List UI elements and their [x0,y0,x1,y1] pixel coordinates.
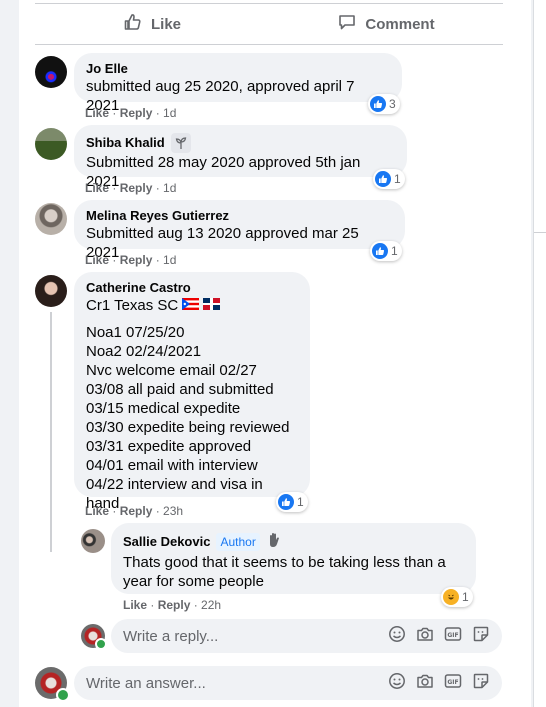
comment-line: Noa1 07/25/20 [86,324,185,341]
avatar[interactable] [35,203,67,235]
comment-line: Noa2 02/24/2021 [86,343,202,360]
dominican-republic-flag-icon [203,296,221,315]
like-reaction-icon [375,171,391,187]
scroll-edge [533,0,546,707]
comment-meta: Like · Reply · 23h [85,504,184,518]
svg-text:GIF: GIF [447,678,458,685]
wave-hand-icon [266,531,284,553]
comment-line: 04/01 email with interview [86,457,258,474]
comment-like-link[interactable]: Like [85,106,109,120]
reply-input-placeholder: Write a reply... [123,627,219,645]
comment-bubble: Catherine Castro Cr1 Texas SC Noa1 07/25… [74,272,310,512]
action-divider [35,44,503,45]
avatar[interactable] [35,56,67,88]
reply-like-link[interactable]: Like [123,598,147,612]
reaction-count: 3 [389,97,396,111]
emoji-icon[interactable] [388,672,406,695]
comment-meta: Like · Reply · 1d [85,106,177,120]
like-action-button[interactable]: Like [35,4,269,44]
comment-line: 03/15 medical expedite [86,400,241,417]
comment-line: 03/08 all paid and submitted [86,381,274,398]
comment-like-link[interactable]: Like [85,181,109,195]
comment-like-link[interactable]: Like [85,504,109,518]
comment-timestamp[interactable]: 23h [163,504,183,518]
reaction-count: 1 [391,244,398,258]
comment-reply-link[interactable]: Reply [120,181,153,195]
comment-author[interactable]: Shiba Khalid [86,133,395,153]
author-badge: Author [216,533,260,551]
comment-like-link[interactable]: Like [85,253,109,267]
comment-reply-link[interactable]: Reply [120,504,153,518]
sticker-icon[interactable] [472,672,490,695]
gif-icon[interactable]: GIF [444,672,462,695]
reply-text: Thats good that it seems to be taking le… [123,554,446,590]
comment-bubble-icon [337,12,357,36]
sticker-icon[interactable] [472,625,490,648]
reaction-summary[interactable]: 1 [441,587,473,607]
gif-icon[interactable]: GIF [444,625,462,648]
reaction-summary[interactable]: 1 [373,169,405,189]
sprout-badge-icon [170,133,191,153]
comment-reply-link[interactable]: Reply [120,253,153,267]
reply-bubble: Sallie Dekovic Author Thats good that it… [111,523,476,594]
like-reaction-icon [370,96,386,112]
haha-reaction-icon [443,589,459,605]
online-status-dot [56,688,70,702]
thumbs-up-icon [123,12,143,36]
comment-reply-link[interactable]: Reply [120,106,153,120]
puerto-rico-flag-icon [182,296,200,315]
camera-icon[interactable] [416,672,434,695]
comment-line: Nvc welcome email 02/27 [86,362,257,379]
reply-timestamp[interactable]: 22h [201,598,221,612]
reply-author[interactable]: Sallie Dekovic Author [123,531,464,553]
comment-action-label: Comment [365,15,435,33]
like-reaction-icon [372,243,388,259]
svg-text:GIF: GIF [447,631,458,638]
answer-input[interactable]: Write an answer... GIF [74,666,502,700]
comment-bubble: Jo Elle submitted aug 25 2020, approved … [74,53,402,114]
reaction-count: 1 [297,495,304,509]
comment-line: 03/31 expedite approved [86,438,252,455]
comment-meta: Like · Reply · 1d [85,181,177,195]
reaction-count: 1 [462,590,469,604]
avatar[interactable] [35,128,67,160]
reply-input[interactable]: Write a reply... GIF [111,619,502,653]
reaction-summary[interactable]: 1 [276,492,308,512]
post-action-bar: Like Comment [35,4,503,44]
reaction-summary[interactable]: 1 [370,241,402,261]
camera-icon[interactable] [416,625,434,648]
comment-author[interactable]: Melina Reyes Gutierrez [86,208,393,224]
comment-line: 03/30 expedite being reviewed [86,419,290,436]
comment-action-button[interactable]: Comment [269,4,503,44]
reaction-count: 1 [394,172,401,186]
comment-timestamp[interactable]: 1d [163,181,176,195]
comment-author[interactable]: Jo Elle [86,61,390,77]
comment-timestamp[interactable]: 1d [163,106,176,120]
like-reaction-icon [278,494,294,510]
online-status-dot [95,638,107,650]
answer-input-placeholder: Write an answer... [86,674,206,692]
comment-text: Cr1 Texas SC [86,296,298,315]
comment-timestamp[interactable]: 1d [163,253,176,267]
reaction-summary[interactable]: 3 [368,94,400,114]
avatar[interactable] [35,275,67,307]
like-action-label: Like [150,15,181,33]
reply-reply-link[interactable]: Reply [158,598,191,612]
comment-meta: Like · Reply · 1d [85,253,177,267]
reply-meta: Like · Reply · 22h [123,598,222,612]
emoji-icon[interactable] [388,625,406,648]
thread-line [50,312,52,552]
avatar[interactable] [81,529,105,553]
comment-bubble: Melina Reyes Gutierrez Submitted aug 13 … [74,200,405,261]
comment-author[interactable]: Catherine Castro [86,280,298,296]
comment-bubble: Shiba Khalid Submitted 28 may 2020 appro… [74,125,407,190]
